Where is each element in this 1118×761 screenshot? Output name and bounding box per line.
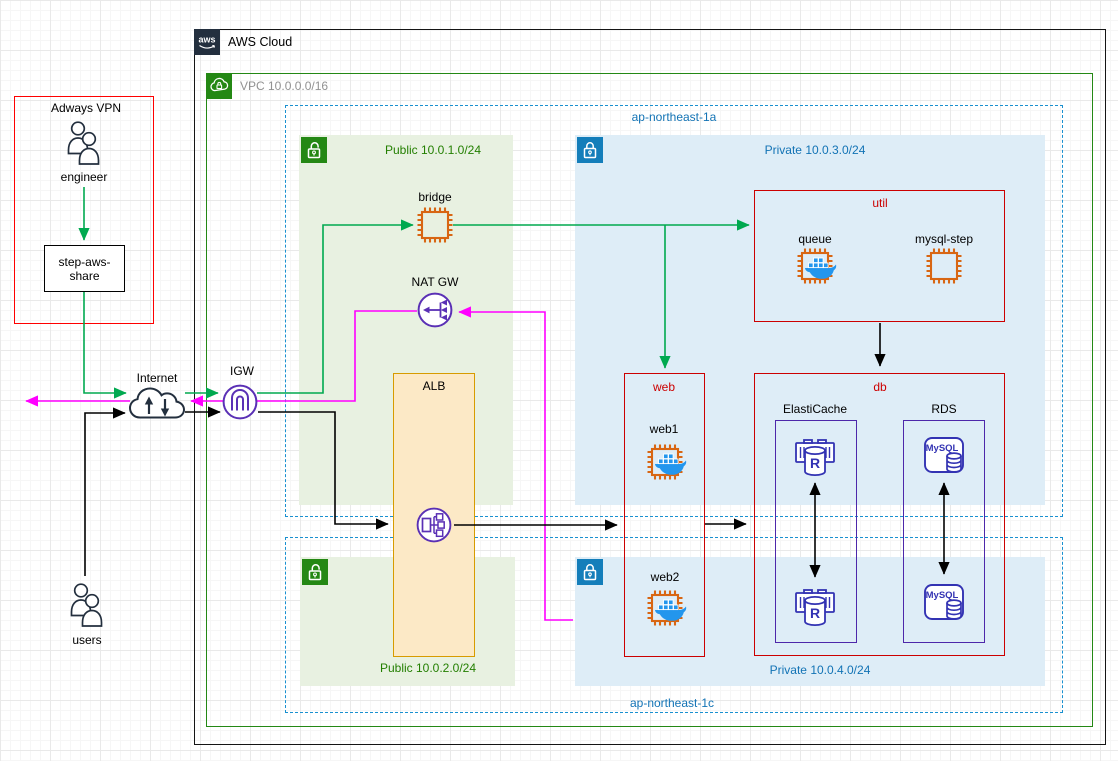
svg-text:aws: aws	[198, 35, 215, 45]
az-1a-label: ap-northeast-1a	[631, 110, 717, 124]
aws-logo-icon: aws	[194, 29, 220, 55]
web1-label: web1	[649, 422, 679, 436]
web2-label: web2	[650, 570, 680, 584]
rds-mysql-icon: MySQL	[924, 437, 964, 473]
users-label: users	[72, 633, 102, 647]
public-subnet1-icon	[301, 137, 327, 163]
mysql-step-label: mysql-step	[914, 232, 974, 246]
alb-label: ALB	[422, 379, 446, 393]
alb-icon	[416, 507, 452, 543]
engineer-users-icon	[67, 121, 100, 165]
rds-mysql-replica-icon: MySQL	[924, 584, 964, 620]
engineer-label: engineer	[60, 170, 108, 184]
nat-gw-label: NAT GW	[411, 275, 459, 289]
queue-container-icon	[797, 248, 837, 284]
aws-cloud-title: AWS Cloud	[228, 35, 293, 49]
web1-container-icon	[647, 444, 687, 480]
private-subnet3-icon	[577, 137, 603, 163]
step-aws-share-box: step-aws-share	[44, 245, 125, 292]
elasticache-redis-icon: R	[795, 439, 835, 476]
bridge-chip-icon	[417, 207, 453, 243]
public-subnet2-icon	[302, 559, 328, 585]
svg-text:R: R	[810, 455, 820, 471]
svg-text:R: R	[810, 605, 820, 621]
elasticache-redis-replica-icon: R	[795, 589, 835, 626]
web2-container-icon	[647, 590, 687, 626]
igw-label: IGW	[230, 364, 254, 378]
internet-cloud-icon	[128, 387, 186, 419]
elasticache-label: ElastiCache	[782, 402, 848, 416]
web-group-label: web	[652, 380, 676, 394]
vpn-title: Adways VPN	[50, 101, 122, 115]
internet-label: Internet	[136, 371, 178, 385]
vpc-icon	[206, 73, 232, 99]
diagram-canvas: step-aws-share aws R R MySQL MySQL AWS C…	[0, 0, 1118, 761]
private-subnet4-icon	[577, 559, 603, 585]
mysql-step-chip-icon	[926, 248, 962, 284]
subnet-private4-label: Private 10.0.4.0/24	[769, 663, 871, 677]
az-1c-label: ap-northeast-1c	[629, 696, 715, 710]
nat-gateway-icon	[417, 292, 453, 328]
rds-label: RDS	[931, 402, 957, 416]
queue-label: queue	[798, 232, 832, 246]
bridge-label: bridge	[418, 190, 452, 204]
subnet-public1-label: Public 10.0.1.0/24	[384, 143, 482, 157]
subnet-public2-label: Public 10.0.2.0/24	[379, 661, 477, 675]
subnet-private3-label: Private 10.0.3.0/24	[764, 143, 866, 157]
vpc-title: VPC 10.0.0.0/16	[240, 79, 329, 93]
util-group-label: util	[872, 196, 888, 210]
db-group-label: db	[873, 380, 887, 394]
users-icon	[70, 583, 103, 627]
internet-gateway-icon	[222, 384, 258, 420]
